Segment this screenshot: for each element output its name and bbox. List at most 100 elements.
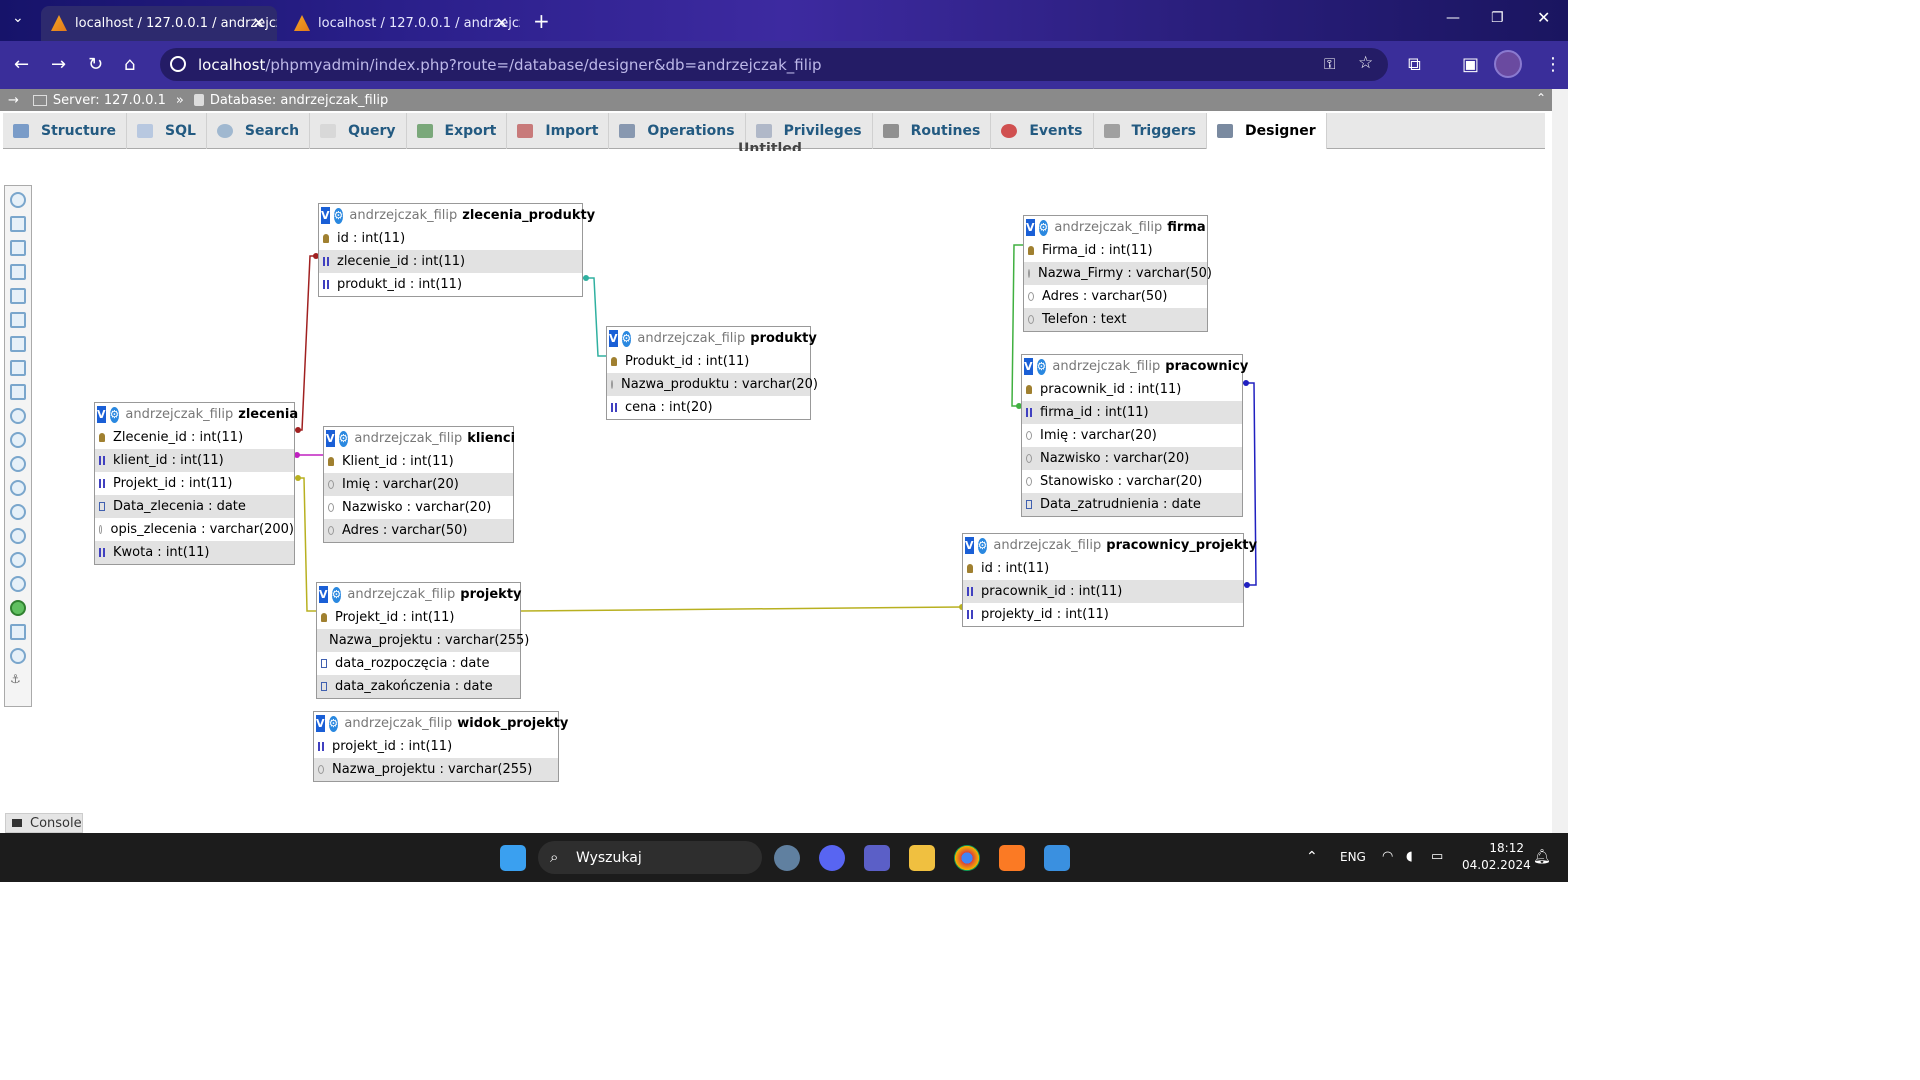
table-widok-projekty[interactable]: V ⚙ andrzejczak_filip widok_projektyprojekt…	[313, 711, 568, 782]
table-column-row[interactable]: Nazwa_projektu : varchar(255)	[314, 758, 558, 781]
column-label: Imię : varchar(20)	[342, 477, 459, 492]
table-pracownicy[interactable]: V ⚙ andrzejczak_filip pracownicy pracownik_i…	[1021, 354, 1248, 517]
table-column-row[interactable]: Nazwa_projektu : varchar(255)	[317, 629, 529, 652]
table-column-row[interactable]: Adres : varchar(50)	[324, 519, 513, 542]
taskbar-clock[interactable]: 18:12 04.02.2024	[1462, 840, 1531, 874]
language-indicator[interactable]: ENG	[1340, 850, 1366, 864]
table-column-row[interactable]: pracownik_id : int(11)	[963, 580, 1243, 603]
table-options-icon[interactable]: ⚙	[1036, 358, 1047, 375]
table-column-row[interactable]: opis_zlecenia : varchar(200)	[95, 518, 294, 541]
table-header[interactable]: V ⚙ andrzejczak_filip pracownicy_projekty	[963, 534, 1257, 557]
table-column-row[interactable]: projekty_id : int(11)	[963, 603, 1243, 626]
table-column-row[interactable]: Nazwa_Firmy : varchar(50)	[1024, 262, 1212, 285]
column-label: data_rozpoczęcia : date	[335, 656, 490, 671]
notifications-icon[interactable]: 🔔︎	[1533, 849, 1551, 865]
table-column-row[interactable]: pracownik_id : int(11)	[1022, 378, 1242, 401]
column-label: Adres : varchar(50)	[1042, 289, 1168, 304]
table-column-row[interactable]: klient_id : int(11)	[95, 449, 294, 472]
table-pracownicy-projekty[interactable]: V ⚙ andrzejczak_filip pracownicy_projekty id…	[962, 533, 1257, 627]
table-column-row[interactable]: Imię : varchar(20)	[324, 473, 513, 496]
table-options-icon[interactable]: ⚙	[328, 715, 339, 732]
battery-icon[interactable]: ▭	[1431, 849, 1443, 864]
table-column-row[interactable]: Nazwa_produktu : varchar(20)	[607, 373, 818, 396]
toggle-columns-icon[interactable]: V	[1024, 358, 1033, 375]
table-db-name: andrzejczak_filip	[344, 716, 453, 731]
chrome-icon[interactable]	[954, 845, 980, 871]
table-column-row[interactable]: Adres : varchar(50)	[1024, 285, 1207, 308]
table-klienci[interactable]: V ⚙ andrzejczak_filip klienci Klient_id : in…	[323, 426, 515, 543]
table-column-row[interactable]: Kwota : int(11)	[95, 541, 294, 564]
table-options-icon[interactable]: ⚙	[331, 586, 342, 603]
table-options-icon[interactable]: ⚙	[109, 406, 120, 423]
table-options-icon[interactable]: ⚙	[1038, 219, 1049, 236]
table-column-row[interactable]: data_zakończenia : date	[317, 675, 520, 698]
table-column-row[interactable]: Nazwisko : varchar(20)	[1022, 447, 1242, 470]
table-header[interactable]: V ⚙ andrzejczak_filip widok_projekty	[314, 712, 568, 735]
teams-icon[interactable]	[864, 845, 890, 871]
table-produkty[interactable]: V ⚙ andrzejczak_filip produkty Produkt_id : …	[606, 326, 818, 420]
table-header[interactable]: V ⚙ andrzejczak_filip firma	[1024, 216, 1207, 239]
table-header[interactable]: V ⚙ andrzejczak_filip pracownicy	[1022, 355, 1248, 378]
volume-icon[interactable]: ◖	[1406, 849, 1413, 864]
table-db-name: andrzejczak_filip	[349, 208, 458, 223]
table-header[interactable]: V ⚙ andrzejczak_filip zlecenia	[95, 403, 298, 426]
table-column-row[interactable]: Telefon : text	[1024, 308, 1207, 331]
table-column-row[interactable]: Imię : varchar(20)	[1022, 424, 1242, 447]
table-zlecenia-produkty[interactable]: V ⚙ andrzejczak_filip zlecenia_produkty id :…	[318, 203, 595, 297]
table-header[interactable]: V ⚙ andrzejczak_filip produkty	[607, 327, 817, 350]
toggle-columns-icon[interactable]: V	[609, 330, 618, 347]
table-column-row[interactable]: Klient_id : int(11)	[324, 450, 513, 473]
table-column-row[interactable]: projekt_id : int(11)	[314, 735, 558, 758]
table-column-row[interactable]: Data_zatrudnienia : date	[1022, 493, 1242, 516]
wifi-icon[interactable]: ◠	[1382, 849, 1393, 864]
table-column-row[interactable]: zlecenie_id : int(11)	[319, 250, 582, 273]
table-column-row[interactable]: produkt_id : int(11)	[319, 273, 582, 296]
table-options-icon[interactable]: ⚙	[621, 330, 632, 347]
show-hidden-icons-icon[interactable]: ⌃	[1306, 849, 1318, 865]
table-column-row[interactable]: Projekt_id : int(11)	[95, 472, 294, 495]
table-header[interactable]: V ⚙ andrzejczak_filip klienci	[324, 427, 515, 450]
settings-gear-icon[interactable]	[774, 845, 800, 871]
toggle-columns-icon[interactable]: V	[326, 430, 335, 447]
toggle-columns-icon[interactable]: V	[965, 537, 974, 554]
table-zlecenia[interactable]: V ⚙ andrzejczak_filip zlecenia Zlecenie_id :…	[94, 402, 298, 565]
table-options-icon[interactable]: ⚙	[977, 537, 988, 554]
xampp-icon[interactable]	[999, 845, 1025, 871]
table-name: widok_projekty	[457, 716, 569, 731]
date-type-icon	[1026, 500, 1032, 509]
table-column-row[interactable]: Data_zlecenia : date	[95, 495, 294, 518]
table-column-row[interactable]: Produkt_id : int(11)	[607, 350, 810, 373]
windows-start-icon[interactable]	[500, 845, 526, 871]
table-firma[interactable]: V ⚙ andrzejczak_filip firma Firma_id : int(1…	[1023, 215, 1212, 332]
toggle-columns-icon[interactable]: V	[1026, 219, 1035, 236]
toggle-columns-icon[interactable]: V	[316, 715, 325, 732]
discord-icon[interactable]	[819, 845, 845, 871]
table-column-row[interactable]: cena : int(20)	[607, 396, 810, 419]
console-toggle[interactable]: Console	[5, 813, 83, 833]
relation-endpoint	[295, 475, 301, 481]
table-column-row[interactable]: id : int(11)	[963, 557, 1243, 580]
page-scrollbar[interactable]	[1552, 89, 1568, 833]
table-header[interactable]: V ⚙ andrzejczak_filip projekty	[317, 583, 522, 606]
photos-icon[interactable]	[1044, 845, 1070, 871]
table-options-icon[interactable]: ⚙	[333, 207, 344, 224]
table-column-row[interactable]: Stanowisko : varchar(20)	[1022, 470, 1242, 493]
table-column-row[interactable]: Firma_id : int(11)	[1024, 239, 1207, 262]
file-explorer-icon[interactable]	[909, 845, 935, 871]
toggle-columns-icon[interactable]: V	[321, 207, 330, 224]
taskbar-search[interactable]: ⌕ Wyszukaj	[538, 841, 762, 874]
table-column-row[interactable]: firma_id : int(11)	[1022, 401, 1242, 424]
table-column-row[interactable]: Nazwisko : varchar(20)	[324, 496, 513, 519]
table-options-icon[interactable]: ⚙	[338, 430, 349, 447]
table-column-row[interactable]: Zlecenie_id : int(11)	[95, 426, 294, 449]
numeric-type-icon	[323, 257, 329, 266]
toggle-columns-icon[interactable]: V	[97, 406, 106, 423]
string-type-icon	[1028, 292, 1034, 301]
table-header[interactable]: V ⚙ andrzejczak_filip zlecenia_produkty	[319, 204, 595, 227]
table-column-row[interactable]: id : int(11)	[319, 227, 582, 250]
toggle-columns-icon[interactable]: V	[319, 586, 328, 603]
column-label: Data_zlecenia : date	[113, 499, 246, 514]
table-column-row[interactable]: Projekt_id : int(11)	[317, 606, 520, 629]
table-projekty[interactable]: V ⚙ andrzejczak_filip projekty Projekt_id : …	[316, 582, 529, 699]
table-column-row[interactable]: data_rozpoczęcia : date	[317, 652, 520, 675]
